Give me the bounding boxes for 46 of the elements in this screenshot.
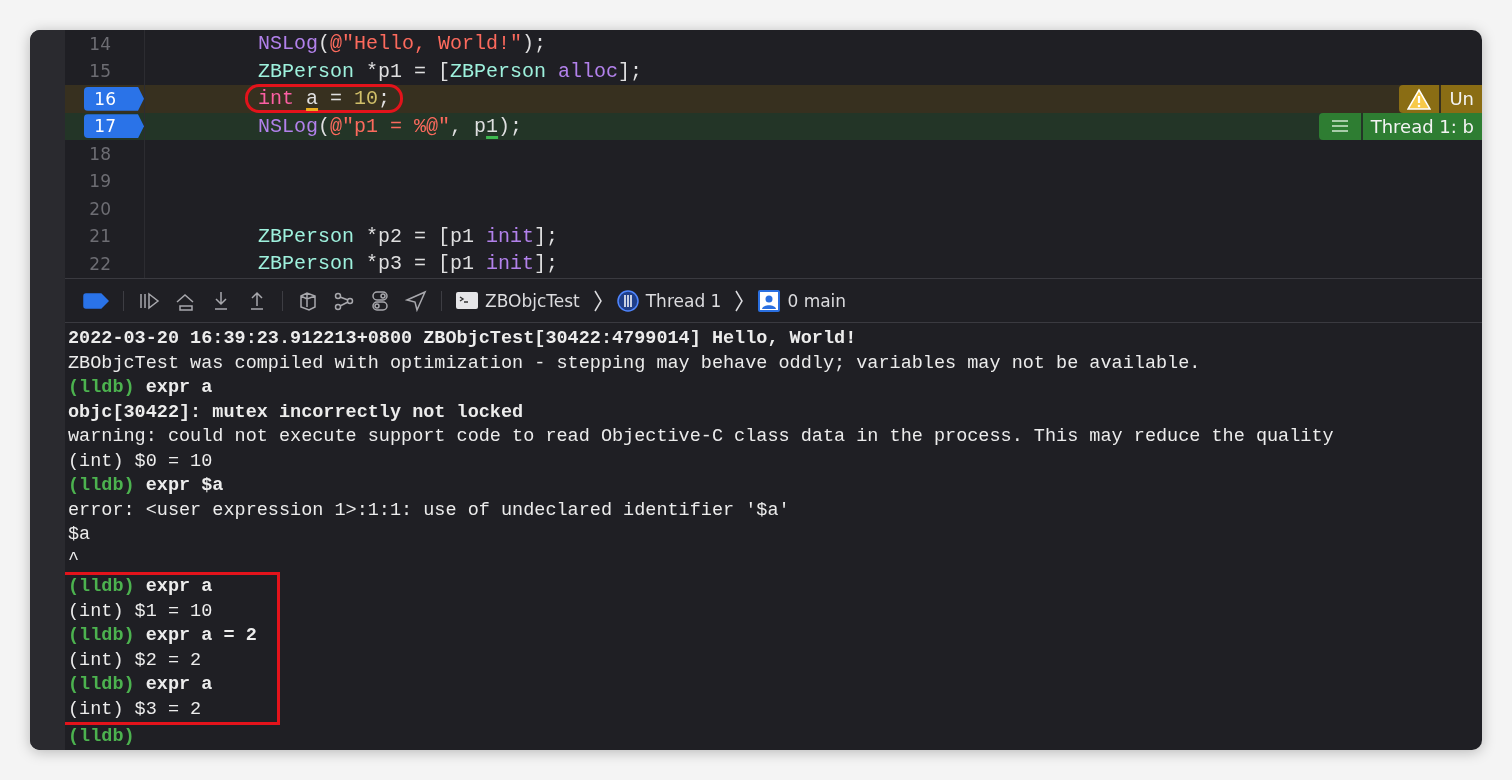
code-line: ZBPerson *p1 = [ZBPerson alloc]; <box>258 59 643 83</box>
console-line: (lldb) expr a <box>68 575 214 599</box>
line-number: 20 <box>88 198 112 219</box>
breadcrumb-item[interactable]: 0 main <box>787 290 847 311</box>
chevron-icon <box>735 289 745 312</box>
console-line: 2022-03-20 16:39:23.912213+0800 ZBObjcTest[30422:4799014] Hello, World! <box>68 327 858 351</box>
console-line: (lldb) <box>68 725 136 749</box>
menu-icon[interactable] <box>1318 112 1361 140</box>
console-line: (int) $1 = 10 <box>68 599 214 624</box>
breakpoint-flag[interactable]: 17 <box>84 114 144 139</box>
warning-icon[interactable] <box>1399 85 1440 113</box>
breakpoints-toggle-icon[interactable] <box>83 292 109 309</box>
toggles-icon[interactable] <box>369 289 391 312</box>
location-icon[interactable] <box>405 289 427 312</box>
console-line: error: <user expression 1>:1:1: use of undeclared identifier '$a' <box>68 498 791 523</box>
console-line: $a <box>68 523 92 547</box>
console-line: ^ <box>68 547 81 572</box>
issue-label[interactable]: Thread 1: b <box>1362 112 1482 140</box>
code-line: ZBPerson *p3 = [p1 init]; <box>258 252 559 276</box>
console-line: (lldb) expr $a <box>68 474 225 498</box>
line-number: 19 <box>88 171 112 192</box>
console-line: (lldb) expr a = 2 <box>68 624 258 648</box>
line-number: 14 <box>88 33 112 54</box>
line-number: 18 <box>88 143 112 164</box>
code-line: ZBPerson *p2 = [p1 init]; <box>258 224 559 248</box>
issue-label[interactable]: Un <box>1441 85 1482 113</box>
console-line: (lldb) expr a <box>68 673 214 697</box>
console-line: (int) $3 = 2 <box>68 697 203 722</box>
console-line: (int) $2 = 2 <box>68 648 203 673</box>
code-line: NSLog(@"p1 = %@", p1); <box>258 114 523 138</box>
thread-icon <box>616 289 639 312</box>
line-number: 21 <box>88 226 112 247</box>
breadcrumb-item[interactable]: Thread 1 <box>645 290 722 311</box>
breadcrumb-item[interactable]: ZBObjcTest <box>485 290 580 311</box>
console-line: ZBObjcTest was compiled with optimization - stepping may behave oddly; variables may not be available. <box>68 351 1202 376</box>
line-number: 15 <box>88 61 112 82</box>
terminal-icon <box>456 292 478 309</box>
console-line: (lldb) expr a <box>68 376 214 400</box>
code-line: NSLog(@"Hello, World!"); <box>258 32 547 56</box>
line-number: 22 <box>88 253 112 274</box>
chevron-icon <box>593 289 603 312</box>
breakpoint-flag[interactable]: 16 <box>84 86 144 111</box>
console-line: (int) $0 = 10 <box>68 449 214 474</box>
console-line: warning: could not execute support code to read Objective-C class data in the process. This may reduce the quality <box>68 425 1335 449</box>
person-icon <box>758 289 781 312</box>
console-line: objc[30422]: mutex incorrectly not locked <box>68 400 525 425</box>
